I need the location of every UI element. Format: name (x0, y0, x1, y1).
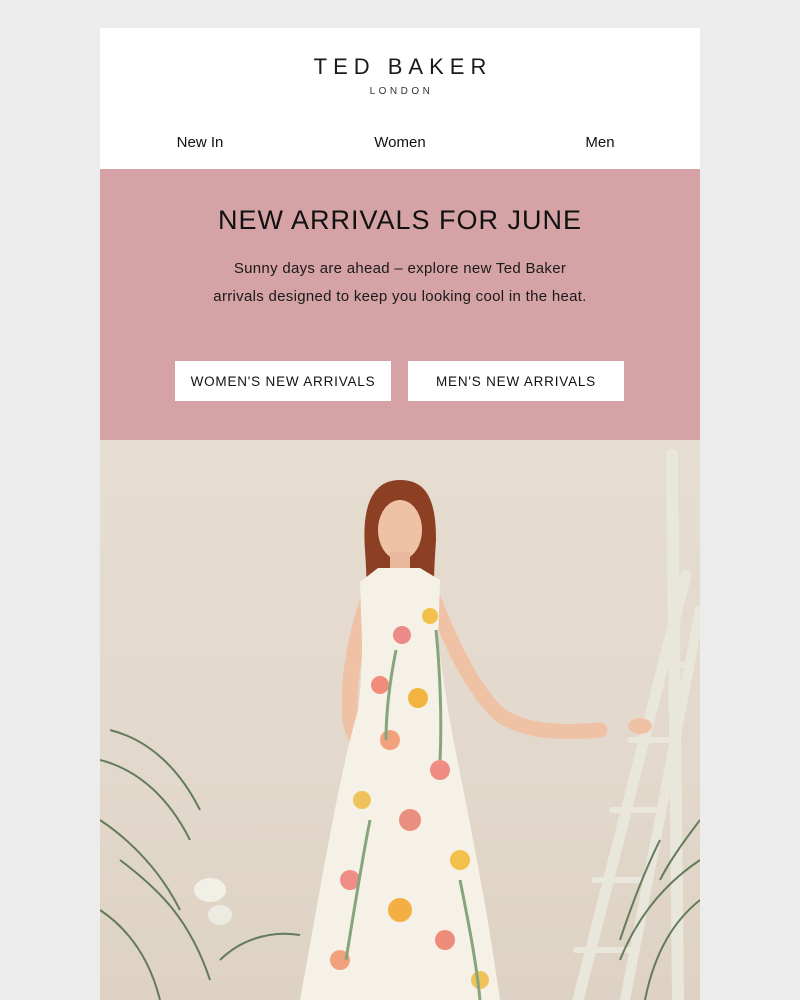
hero-banner: NEW ARRIVALS FOR JUNE Sunny days are ahe… (100, 169, 700, 440)
nav-item-men[interactable]: Men (540, 134, 660, 151)
model-in-floral-dress-photo (100, 449, 700, 1000)
brand-subtitle: LONDON (369, 86, 434, 97)
womens-new-arrivals-button[interactable]: WOMEN'S NEW ARRIVALS (175, 361, 391, 401)
hero-description-line-2: arrivals designed to keep you looking co… (213, 288, 587, 305)
white-flower (194, 878, 226, 902)
hero-description-line-1: Sunny days are ahead – explore new Ted B… (233, 260, 567, 277)
brand-name: TED BAKER (313, 54, 493, 79)
hero-description: Sunny days are ahead – explore new Ted B… (160, 255, 640, 311)
foliage-left (100, 729, 301, 1000)
email-container: TED BAKER LONDON New In Women Men NEW AR… (100, 28, 700, 1000)
mens-new-arrivals-button[interactable]: MEN'S NEW ARRIVALS (408, 361, 624, 401)
brand-logo[interactable]: TED BAKER LONDON (100, 54, 700, 97)
model-photo[interactable] (100, 440, 700, 1000)
nav-item-women[interactable]: Women (340, 134, 460, 151)
main-nav: New In Women Men (100, 134, 700, 160)
nav-item-new-in[interactable]: New In (140, 134, 260, 151)
hero-title: NEW ARRIVALS FOR JUNE (217, 205, 583, 235)
